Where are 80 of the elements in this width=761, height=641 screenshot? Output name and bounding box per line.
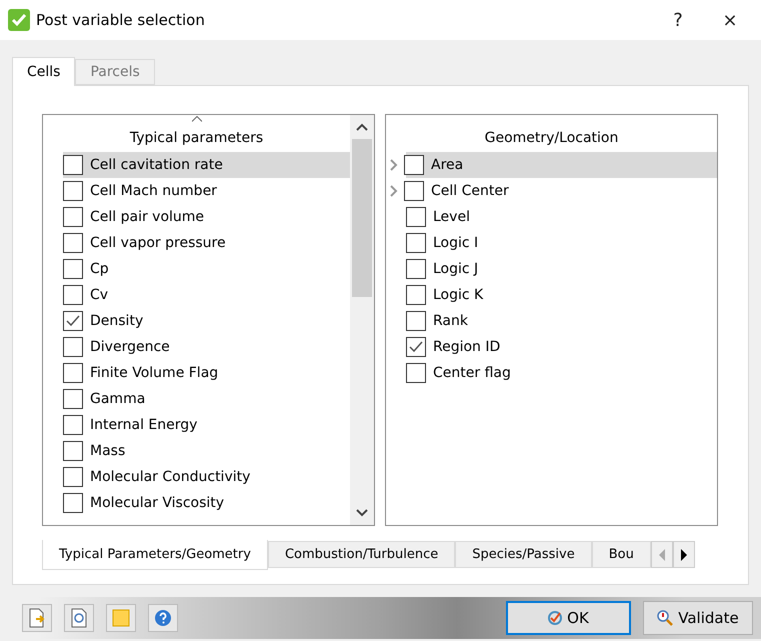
ok-button[interactable]: OK	[506, 601, 631, 635]
checkbox[interactable]	[404, 155, 424, 175]
variable-label: Cell Center	[431, 183, 509, 199]
variable-label: Logic J	[433, 261, 478, 277]
window-title: Post variable selection	[36, 11, 206, 29]
document-magnifier-icon	[70, 608, 88, 628]
check-icon	[409, 341, 423, 353]
checkbox[interactable]	[404, 181, 424, 201]
checkbox[interactable]	[63, 415, 83, 435]
variable-label: Molecular Conductivity	[90, 469, 250, 485]
variable-label: Rank	[433, 313, 468, 329]
variable-label: Divergence	[90, 339, 170, 355]
scroll-right-button[interactable]	[672, 541, 695, 568]
checkbox[interactable]	[63, 389, 83, 409]
checkbox[interactable]	[63, 285, 83, 305]
category-tab[interactable]: Bou	[592, 541, 651, 568]
close-button[interactable]: ×	[707, 2, 753, 38]
variable-label: Cp	[90, 261, 109, 277]
category-tab[interactable]: Typical Parameters/Geometry	[42, 540, 268, 570]
checkbox[interactable]	[406, 259, 426, 279]
checkbox[interactable]	[63, 467, 83, 487]
list-header[interactable]: Typical parameters	[43, 115, 350, 152]
help-button[interactable]	[148, 604, 178, 632]
help-button[interactable]: ?	[655, 2, 701, 38]
variable-label: Mass	[90, 443, 126, 459]
checkbox[interactable]	[406, 311, 426, 331]
variable-label: Cell Mach number	[90, 183, 217, 199]
checkbox[interactable]	[63, 233, 83, 253]
expand-chevron-icon[interactable]	[390, 159, 398, 171]
variable-label: Region ID	[433, 339, 500, 355]
check-circle-icon	[548, 611, 562, 625]
right-triangle-icon	[680, 548, 687, 560]
app-check-icon	[8, 9, 30, 31]
variable-label: Cv	[90, 287, 108, 303]
scrollbar[interactable]	[350, 115, 374, 525]
tab[interactable]: Cells	[12, 57, 76, 86]
checkbox[interactable]	[406, 207, 426, 227]
checkbox[interactable]	[63, 493, 83, 513]
scroll-down-icon[interactable]	[356, 509, 368, 517]
help-icon	[154, 609, 172, 627]
checkbox[interactable]	[63, 181, 83, 201]
list-header[interactable]: Geometry/Location	[386, 115, 717, 152]
checkbox[interactable]	[406, 285, 426, 305]
checkbox[interactable]	[63, 311, 83, 331]
checkbox[interactable]	[406, 233, 426, 253]
checkbox[interactable]	[406, 337, 426, 357]
variable-label: Area	[431, 157, 464, 173]
preview-button[interactable]	[64, 604, 94, 632]
scroll-up-icon[interactable]	[356, 123, 368, 131]
variable-label: Gamma	[90, 391, 146, 407]
category-tab[interactable]: Combustion/Turbulence	[268, 541, 456, 568]
variable-label: Logic K	[433, 287, 484, 303]
validate-button[interactable]: Validate	[643, 601, 753, 635]
variable-label: Finite Volume Flag	[90, 365, 218, 381]
check-icon	[66, 315, 80, 327]
magnifier-icon	[657, 610, 674, 626]
checkbox[interactable]	[63, 155, 83, 175]
variable-label: Center flag	[433, 365, 511, 381]
variable-label: Internal Energy	[90, 417, 198, 433]
variable-label: Density	[90, 313, 144, 329]
variable-label: Cell cavitation rate	[90, 157, 223, 173]
checkbox[interactable]	[63, 363, 83, 383]
checkbox[interactable]	[63, 207, 83, 227]
variable-label: Cell pair volume	[90, 209, 204, 225]
variable-label: Logic I	[433, 235, 478, 251]
tab[interactable]: Parcels	[75, 59, 155, 85]
variable-label: Molecular Viscosity	[90, 495, 224, 511]
sticky-note-icon	[112, 609, 130, 627]
checkbox[interactable]	[63, 441, 83, 461]
checkbox[interactable]	[406, 363, 426, 383]
expand-chevron-icon[interactable]	[390, 185, 398, 197]
checkbox[interactable]	[63, 259, 83, 279]
export-button[interactable]	[22, 604, 52, 632]
variable-label: Level	[433, 209, 470, 225]
sort-caret-icon	[192, 116, 202, 122]
left-triangle-icon	[658, 548, 665, 560]
checkbox[interactable]	[63, 337, 83, 357]
document-arrow-icon	[28, 608, 46, 628]
variable-label: Cell vapor pressure	[90, 235, 226, 251]
category-tab[interactable]: Species/Passive	[455, 541, 592, 568]
